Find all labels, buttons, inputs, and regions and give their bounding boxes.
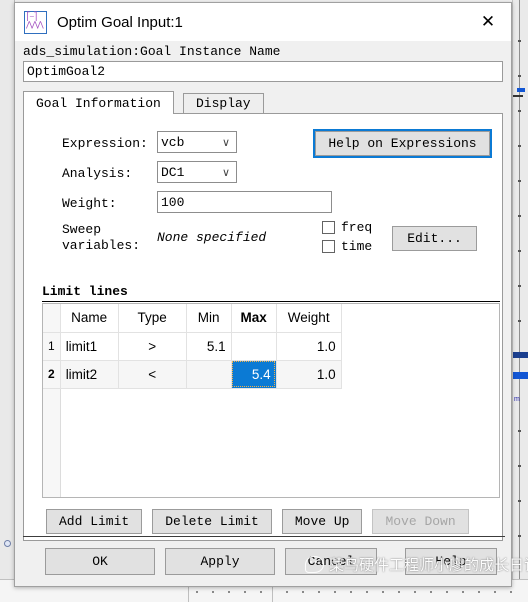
time-label: time — [341, 239, 373, 254]
background-dot-row — [286, 591, 516, 593]
row-header-2[interactable]: 2 — [43, 360, 61, 389]
column-header-type[interactable]: Type — [118, 304, 187, 333]
freq-checkbox[interactable] — [322, 221, 335, 234]
cell-name-2[interactable]: limit2 — [60, 360, 119, 389]
corner-header — [43, 304, 61, 333]
freq-label: freq — [341, 220, 373, 235]
cell-type-1[interactable]: > — [118, 332, 187, 361]
title-bar: ⎡⎯⎤ ⋀⋀⋀ Optim Goal Input:1 ✕ — [15, 3, 511, 41]
tab-goal-information[interactable]: Goal Information — [23, 91, 174, 114]
goal-form: Expression: vcb ∨ Help on Expressions An… — [42, 129, 500, 261]
instance-name-input[interactable] — [23, 61, 503, 82]
table-row[interactable]: 1 limit1 > 5.1 1.0 — [43, 332, 342, 361]
weight-row: Weight: 100 — [42, 191, 500, 221]
sweep-label-line1: Sweep — [62, 222, 102, 237]
tab-strip: Goal Information Display — [23, 91, 503, 114]
background-tool-dot — [4, 540, 11, 547]
background-blue-bar — [513, 372, 528, 379]
ruler-tick — [518, 430, 521, 432]
cell-max-1[interactable] — [231, 332, 277, 361]
cell-min-2[interactable] — [186, 360, 232, 389]
chevron-down-icon: ∨ — [221, 167, 230, 179]
limit-lines-title: Limit lines — [42, 284, 128, 299]
table-header-row: Name Type Min Max Weight — [43, 304, 342, 333]
help-on-expressions-button[interactable]: Help on Expressions — [313, 129, 492, 158]
window-title: Optim Goal Input:1 — [57, 13, 183, 31]
background-blue-bar — [517, 88, 525, 92]
help-button[interactable]: Help — [405, 547, 497, 575]
time-checkbox[interactable] — [322, 240, 335, 253]
ruler-tick — [518, 320, 521, 322]
ok-button[interactable]: OK — [45, 547, 155, 575]
footer-divider — [23, 536, 505, 537]
move-up-button[interactable]: Move Up — [281, 509, 363, 534]
limit-lines-table: Name Type Min Max Weight 1 limit1 > 5.1 — [43, 304, 342, 389]
delete-limit-button[interactable]: Delete Limit — [152, 509, 272, 534]
ruler-tick — [518, 40, 521, 42]
optim-goal-dialog: ⎡⎯⎤ ⋀⋀⋀ Optim Goal Input:1 ✕ ads_simulat… — [14, 2, 528, 587]
ruler-tick — [518, 535, 521, 537]
sweep-variables-row: Sweep variables: None specified freq tim… — [42, 218, 500, 261]
expression-row: Expression: vcb ∨ Help on Expressions — [42, 129, 500, 161]
instance-name-label: ads_simulation:Goal Instance Name — [23, 44, 281, 59]
column-header-weight[interactable]: Weight — [276, 304, 342, 333]
close-icon[interactable]: ✕ — [465, 3, 511, 41]
tab-display[interactable]: Display — [183, 93, 264, 113]
sweep-label-line2: variables: — [62, 238, 141, 253]
background-dot-row — [196, 591, 264, 593]
move-down-button: Move Down — [372, 509, 469, 534]
weight-label: Weight: — [62, 196, 117, 211]
ruler-tick — [518, 465, 521, 467]
analysis-dropdown[interactable]: DC1 ∨ — [157, 161, 237, 183]
cell-min-1[interactable]: 5.1 — [186, 332, 232, 361]
add-limit-button[interactable]: Add Limit — [46, 509, 143, 534]
ruler-tick — [518, 500, 521, 502]
goal-information-panel: Expression: vcb ∨ Help on Expressions An… — [23, 113, 503, 541]
background-blue-bar — [513, 352, 528, 358]
instance-name-section: ads_simulation:Goal Instance Name — [15, 41, 511, 87]
cell-weight-1[interactable]: 1.0 — [276, 332, 342, 361]
freq-checkbox-row[interactable]: freq — [322, 218, 372, 237]
expression-dropdown[interactable]: vcb ∨ — [157, 131, 237, 153]
cell-name-1[interactable]: limit1 — [60, 332, 119, 361]
column-header-name[interactable]: Name — [60, 304, 119, 333]
sweep-value: None specified — [157, 230, 267, 245]
ruler-tick — [518, 285, 521, 287]
limit-lines-grid[interactable]: Name Type Min Max Weight 1 limit1 > 5.1 — [42, 303, 500, 498]
column-header-min[interactable]: Min — [186, 304, 232, 333]
cell-max-2-selected[interactable]: 5.4 — [231, 360, 277, 389]
expression-value: vcb — [161, 134, 185, 150]
waveform-icon: ⎡⎯⎤ ⋀⋀⋀ — [24, 10, 47, 34]
chevron-down-icon: ∨ — [221, 137, 230, 149]
limit-action-buttons: Add Limit Delete Limit Move Up Move Down — [46, 509, 469, 534]
ruler-tick — [518, 215, 521, 217]
row-header-1[interactable]: 1 — [43, 332, 61, 361]
analysis-value: DC1 — [161, 164, 185, 180]
cell-weight-2[interactable]: 1.0 — [276, 360, 342, 389]
table-row[interactable]: 2 limit2 < 5.4 1.0 — [43, 360, 342, 389]
column-header-max[interactable]: Max — [231, 304, 277, 333]
ruler-tick — [518, 110, 521, 112]
ruler-tick — [518, 250, 521, 252]
limit-lines-divider — [42, 301, 500, 302]
edit-sweep-button[interactable]: Edit... — [392, 226, 477, 251]
cell-type-2[interactable]: < — [118, 360, 187, 389]
cancel-button[interactable]: Cancel — [285, 547, 377, 575]
background-left-toolbar — [0, 0, 15, 602]
ruler-tick — [518, 180, 521, 182]
dialog-footer: OK Apply Cancel Help — [15, 544, 513, 578]
time-checkbox-row[interactable]: time — [322, 237, 372, 256]
ruler-tick — [518, 75, 521, 77]
analysis-row: Analysis: DC1 ∨ — [42, 161, 500, 191]
apply-button[interactable]: Apply — [165, 547, 275, 575]
analysis-label: Analysis: — [62, 166, 133, 181]
background-mini-label: m — [514, 396, 520, 403]
expression-label: Expression: — [62, 136, 148, 151]
background-dash — [513, 95, 523, 97]
sweep-checkbox-group: freq time — [322, 218, 372, 256]
weight-input[interactable]: 100 — [157, 191, 332, 213]
ruler-tick — [518, 145, 521, 147]
